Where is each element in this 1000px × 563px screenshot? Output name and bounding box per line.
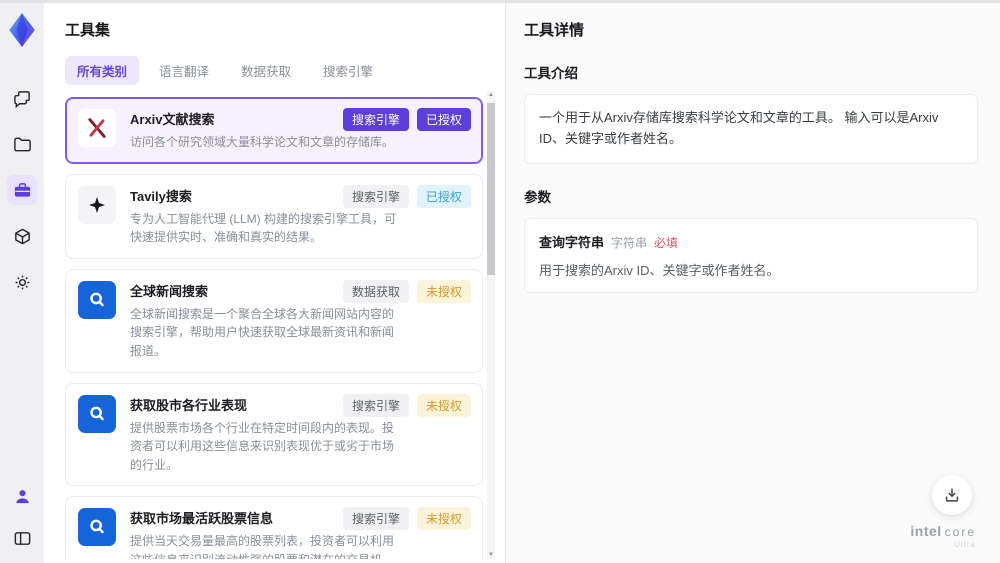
- packages-nav-button[interactable]: [7, 221, 37, 251]
- app-logo[interactable]: [5, 11, 39, 49]
- scrollbar-thumb[interactable]: [487, 103, 495, 275]
- files-nav-button[interactable]: [7, 129, 37, 159]
- params-heading: 参数: [524, 189, 551, 205]
- collapse-sidebar-button[interactable]: [7, 523, 37, 553]
- param-type: 字符串: [611, 235, 648, 250]
- search-q-icon: [78, 280, 116, 319]
- download-icon: [945, 488, 959, 502]
- param-box: 查询字符串 字符串 必填 用于搜索的Arxiv ID、关键字或作者姓名。: [524, 217, 978, 293]
- search-q-icon: [78, 508, 116, 547]
- user-icon: [15, 489, 29, 503]
- tool-card-tavily[interactable]: Tavily搜索 专为人工智能代理 (LLM) 构建的搜索引擎工具，可快速提供实…: [65, 173, 483, 259]
- param-description: 用于搜索的Arxiv ID、关键字或作者姓名。: [539, 262, 780, 278]
- auth-status-badge: 未授权: [416, 279, 471, 303]
- category-tag[interactable]: 搜索引擎: [342, 108, 409, 131]
- category-tag[interactable]: 数据获取: [342, 279, 409, 303]
- detail-title: 工具详情: [524, 22, 585, 39]
- auth-status-badge: 已授权: [416, 108, 471, 131]
- account-button[interactable]: [7, 481, 37, 511]
- gear-icon: [15, 275, 29, 289]
- tool-description: 提供当天交易量最高的股票列表，投资者可以利用这些信息来识别流动性强的股票和潜在的…: [130, 534, 395, 559]
- panel-toggle-icon: [14, 531, 30, 545]
- intel-core-logo: intel core Ultra: [910, 523, 976, 549]
- param-required-badge: 必填: [654, 235, 679, 250]
- intro-heading: 工具介绍: [524, 66, 578, 81]
- download-button[interactable]: [932, 475, 972, 515]
- tab-search-engine[interactable]: 搜索引擎: [311, 56, 385, 85]
- settings-nav-button[interactable]: [7, 267, 37, 297]
- tool-description: 全球新闻搜索是一个聚合全球各大新闻网站内容的搜索引擎，帮助用户快速获取全球最新资…: [130, 306, 395, 358]
- category-tag[interactable]: 搜索引擎: [342, 184, 409, 208]
- category-tabs: 所有类别 语言翻译 数据获取 搜索引擎: [65, 56, 505, 85]
- tool-list-panel: 工具集 所有类别 语言翻译 数据获取 搜索引擎 Arxiv文献搜索 访问各个研究…: [44, 3, 505, 563]
- arxiv-logo-icon: [78, 109, 116, 147]
- tool-card-global-news[interactable]: 全球新闻搜索 全球新闻搜索是一个聚合全球各大新闻网站内容的搜索引擎，帮助用户快速…: [65, 268, 483, 373]
- auth-status-badge: 已授权: [416, 184, 471, 208]
- tool-detail-panel: 工具详情 工具介绍 一个用于从Arxiv存储库搜索科学论文和文章的工具。 输入可…: [505, 3, 1000, 563]
- category-tag[interactable]: 搜索引擎: [342, 393, 409, 417]
- auth-status-badge: 未授权: [416, 393, 471, 417]
- tool-card-sector-performance[interactable]: 获取股市各行业表现 提供股票市场各个行业在特定时间段内的表现。投资者可以利用这些…: [65, 382, 483, 487]
- page-title: 工具集: [65, 22, 111, 39]
- tool-card-arxiv[interactable]: Arxiv文献搜索 访问各个研究领域大量科学论文和文章的存储库。 搜索引擎 已授…: [65, 97, 483, 164]
- intro-text: 一个用于从Arxiv存储库搜索科学论文和文章的工具。 输入可以是Arxiv ID…: [539, 110, 939, 146]
- tool-card-active-stocks[interactable]: 获取市场最活跃股票信息 提供当天交易量最高的股票列表，投资者可以利用这些信息来识…: [65, 496, 483, 559]
- tab-data-fetch[interactable]: 数据获取: [229, 56, 303, 85]
- scroll-up-arrow[interactable]: ▲: [488, 91, 494, 99]
- rail-bottom: [7, 481, 37, 553]
- list-scrollbar[interactable]: ▲ ▼: [487, 91, 495, 559]
- toolbox-icon: [14, 182, 30, 197]
- folder-icon: [13, 137, 31, 151]
- tool-description: 提供股票市场各个行业在特定时间段内的表现。投资者可以利用这些信息来识别表现优于或…: [130, 420, 395, 472]
- tool-description: 访问各个研究领域大量科学论文和文章的存储库。: [130, 135, 395, 149]
- icon-rail: [0, 3, 44, 563]
- param-name: 查询字符串: [539, 234, 605, 250]
- chat-nav-button[interactable]: [7, 83, 37, 113]
- intro-box: 一个用于从Arxiv存储库搜索科学论文和文章的工具。 输入可以是Arxiv ID…: [524, 94, 978, 164]
- tavily-star-icon: [78, 185, 116, 224]
- package-icon: [14, 228, 30, 244]
- category-tag[interactable]: 搜索引擎: [342, 507, 409, 531]
- rail-nav: [7, 83, 37, 297]
- intel-brand-text: intel: [910, 523, 942, 539]
- core-brand-text: core: [944, 525, 976, 539]
- auth-status-badge: 未授权: [416, 507, 471, 531]
- chat-icon: [13, 90, 30, 108]
- tool-description: 专为人工智能代理 (LLM) 构建的搜索引擎工具，可快速提供实时、准确和真实的结…: [130, 211, 397, 245]
- app-window: 工具集 所有类别 语言翻译 数据获取 搜索引擎 Arxiv文献搜索 访问各个研究…: [0, 0, 1000, 563]
- tool-list: Arxiv文献搜索 访问各个研究领域大量科学论文和文章的存储库。 搜索引擎 已授…: [65, 97, 483, 559]
- tab-language-translation[interactable]: 语言翻译: [147, 56, 221, 85]
- ultra-brand-text: Ultra: [954, 540, 976, 549]
- scroll-down-arrow[interactable]: ▼: [488, 551, 494, 559]
- search-q-icon: [78, 394, 116, 433]
- tools-nav-button[interactable]: [7, 175, 37, 205]
- tab-all-categories[interactable]: 所有类别: [65, 56, 140, 85]
